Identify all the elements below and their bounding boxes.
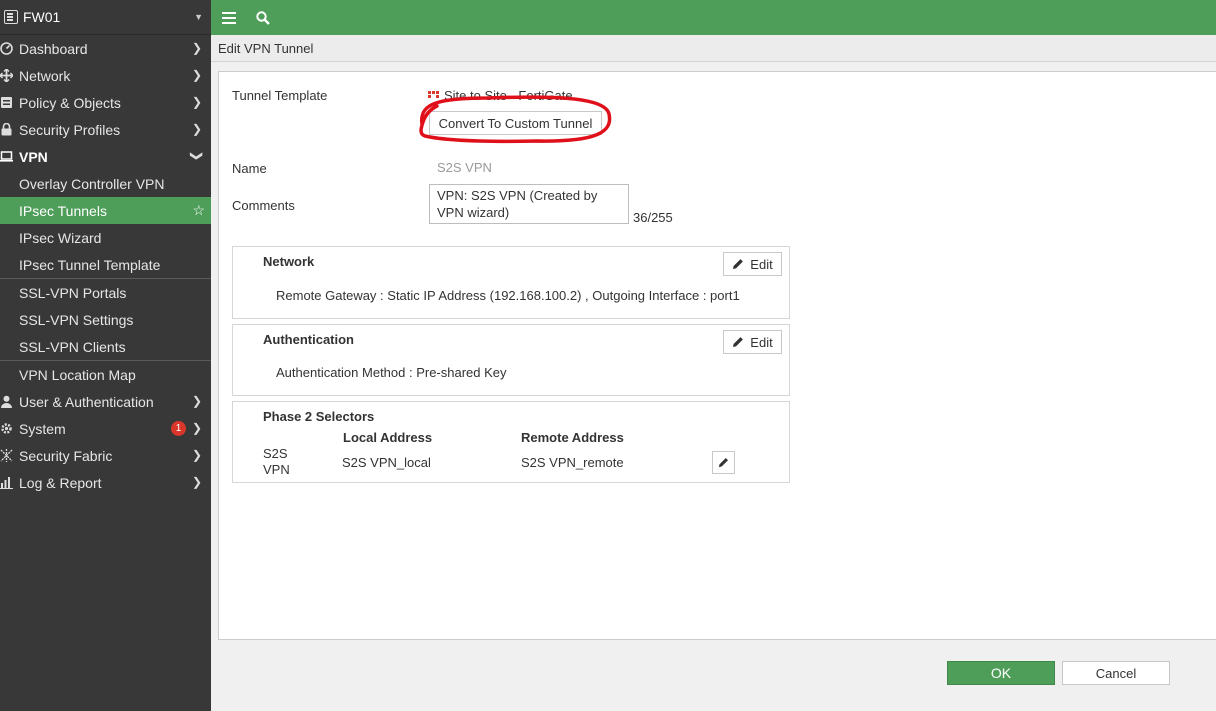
red-annotation-circle	[419, 95, 612, 144]
page-title: Edit VPN Tunnel	[211, 35, 1216, 62]
phase2-name-line1: S2S	[263, 446, 288, 461]
name-value: S2S VPN	[437, 160, 492, 175]
user-icon	[1, 395, 12, 408]
sidebar-item-label: Log & Report	[19, 474, 102, 491]
notification-badge: 1	[171, 421, 186, 436]
star-icon[interactable]: ☆	[192, 202, 205, 219]
network-card: Network Edit Remote Gateway : Static IP …	[232, 246, 790, 319]
comments-field[interactable]: VPN: S2S VPN (Created by VPN wizard)	[429, 184, 629, 224]
sidebar-item-ipsec-wizard[interactable]: IPsec Wizard	[0, 224, 211, 251]
sidebar-item-label: Policy & Objects	[19, 94, 121, 111]
edit-label: Edit	[750, 256, 773, 272]
ok-button[interactable]: OK	[947, 661, 1055, 685]
pencil-icon	[733, 337, 744, 347]
pencil-icon	[733, 259, 744, 269]
cancel-button[interactable]: Cancel	[1062, 661, 1170, 685]
column-header-local: Local Address	[343, 430, 433, 445]
edit-label: Edit	[750, 334, 773, 350]
comments-counter: 36/255	[633, 210, 673, 225]
sidebar-item-label: Security Fabric	[19, 447, 113, 464]
network-detail: Remote Gateway : Static IP Address (192.…	[276, 288, 740, 303]
sidebar-item-label: SSL-VPN Settings	[19, 311, 134, 328]
device-selector[interactable]: FW01 ▼	[0, 0, 211, 35]
sidebar-item-ssl-vpn-settings[interactable]: SSL-VPN Settings	[0, 306, 211, 333]
sidebar-item-label: SSL-VPN Clients	[19, 338, 126, 355]
sidebar-item-ssl-vpn-clients[interactable]: SSL-VPN Clients	[0, 333, 211, 360]
lock-icon	[1, 123, 12, 136]
sidebar-item-ipsec-tunnels[interactable]: IPsec Tunnels ☆	[0, 197, 211, 224]
top-bar	[211, 0, 1216, 35]
edit-vpn-tunnel-panel: Tunnel Template Site to Site - FortiGate…	[218, 71, 1216, 640]
sidebar-item-vpn-location-map[interactable]: VPN Location Map	[0, 361, 211, 388]
sidebar-item-security-profiles[interactable]: Security Profiles ❯	[0, 116, 211, 143]
sidebar-item-policy-objects[interactable]: Policy & Objects ❯	[0, 89, 211, 116]
authentication-edit-button[interactable]: Edit	[723, 330, 782, 354]
sidebar: FW01 ▼ Dashboard ❯ Network ❯ Policy & Ob…	[0, 0, 211, 711]
menu-icon[interactable]	[211, 0, 247, 35]
name-label: Name	[232, 161, 267, 176]
phase2-local-address: S2S VPN_local	[342, 455, 431, 470]
sidebar-item-label: IPsec Wizard	[19, 229, 102, 246]
sidebar-item-overlay-controller-vpn[interactable]: Overlay Controller VPN	[0, 170, 211, 197]
chevron-right-icon: ❯	[191, 394, 202, 408]
sidebar-item-vpn[interactable]: VPN ❯	[0, 143, 211, 170]
fabric-icon	[0, 449, 13, 462]
chevron-right-icon: ❯	[191, 95, 202, 109]
phase2-title: Phase 2 Selectors	[263, 409, 375, 424]
sidebar-item-label: IPsec Tunnel Template	[19, 256, 161, 273]
sidebar-item-ipsec-tunnel-template[interactable]: IPsec Tunnel Template	[0, 251, 211, 278]
tunnel-template-label: Tunnel Template	[232, 88, 328, 103]
chevron-right-icon: ❯	[191, 68, 202, 82]
sidebar-item-label: Security Profiles	[19, 121, 121, 138]
authentication-title: Authentication	[263, 332, 354, 347]
sidebar-item-ssl-vpn-portals[interactable]: SSL-VPN Portals	[0, 279, 211, 306]
comments-label: Comments	[232, 198, 295, 213]
sidebar-item-label: VPN	[19, 148, 48, 165]
chevron-right-icon: ❯	[191, 41, 202, 55]
sidebar-item-label: IPsec Tunnels	[19, 202, 107, 219]
sidebar-item-dashboard[interactable]: Dashboard ❯	[0, 35, 211, 62]
gear-icon	[1, 423, 12, 434]
search-icon[interactable]	[245, 0, 281, 35]
network-edit-button[interactable]: Edit	[723, 252, 782, 276]
sidebar-item-label: Dashboard	[19, 40, 88, 57]
sidebar-item-label: Overlay Controller VPN	[19, 175, 165, 192]
chevron-right-icon: ❯	[191, 448, 202, 462]
sidebar-item-log-report[interactable]: Log & Report ❯	[0, 469, 211, 496]
column-header-remote: Remote Address	[521, 430, 624, 445]
sidebar-item-label: SSL-VPN Portals	[19, 284, 127, 301]
device-name: FW01	[23, 9, 61, 25]
sidebar-item-system[interactable]: System 1 ❯	[0, 415, 211, 442]
bar-chart-icon	[0, 477, 13, 489]
phase2-edit-button[interactable]	[712, 451, 735, 474]
authentication-card: Authentication Edit Authentication Metho…	[232, 324, 790, 396]
sidebar-item-label: User & Authentication	[19, 393, 154, 410]
chevron-right-icon: ❯	[191, 421, 202, 435]
sidebar-item-network[interactable]: Network ❯	[0, 62, 211, 89]
phase2-remote-address: S2S VPN_remote	[521, 455, 624, 470]
policy-icon	[1, 97, 12, 108]
dashboard-icon	[0, 42, 13, 55]
sidebar-item-label: VPN Location Map	[19, 366, 136, 383]
sidebar-item-user-authentication[interactable]: User & Authentication ❯	[0, 388, 211, 415]
sidebar-item-label: System	[19, 420, 66, 437]
sidebar-item-security-fabric[interactable]: Security Fabric ❯	[0, 442, 211, 469]
pencil-icon	[718, 458, 728, 468]
caret-down-icon: ▼	[194, 12, 203, 22]
chevron-right-icon: ❯	[191, 122, 202, 136]
chevron-right-icon: ❯	[191, 475, 202, 489]
sidebar-item-label: Network	[19, 67, 71, 84]
phase2-name-line2: VPN	[263, 462, 290, 477]
laptop-icon	[0, 151, 13, 162]
network-title: Network	[263, 254, 315, 269]
chevron-down-icon: ❯	[189, 150, 204, 162]
network-icon	[0, 69, 13, 82]
firewall-icon	[4, 10, 18, 24]
authentication-detail: Authentication Method : Pre-shared Key	[276, 365, 507, 380]
phase2-selectors-card: Phase 2 Selectors Local Address Remote A…	[232, 401, 790, 483]
